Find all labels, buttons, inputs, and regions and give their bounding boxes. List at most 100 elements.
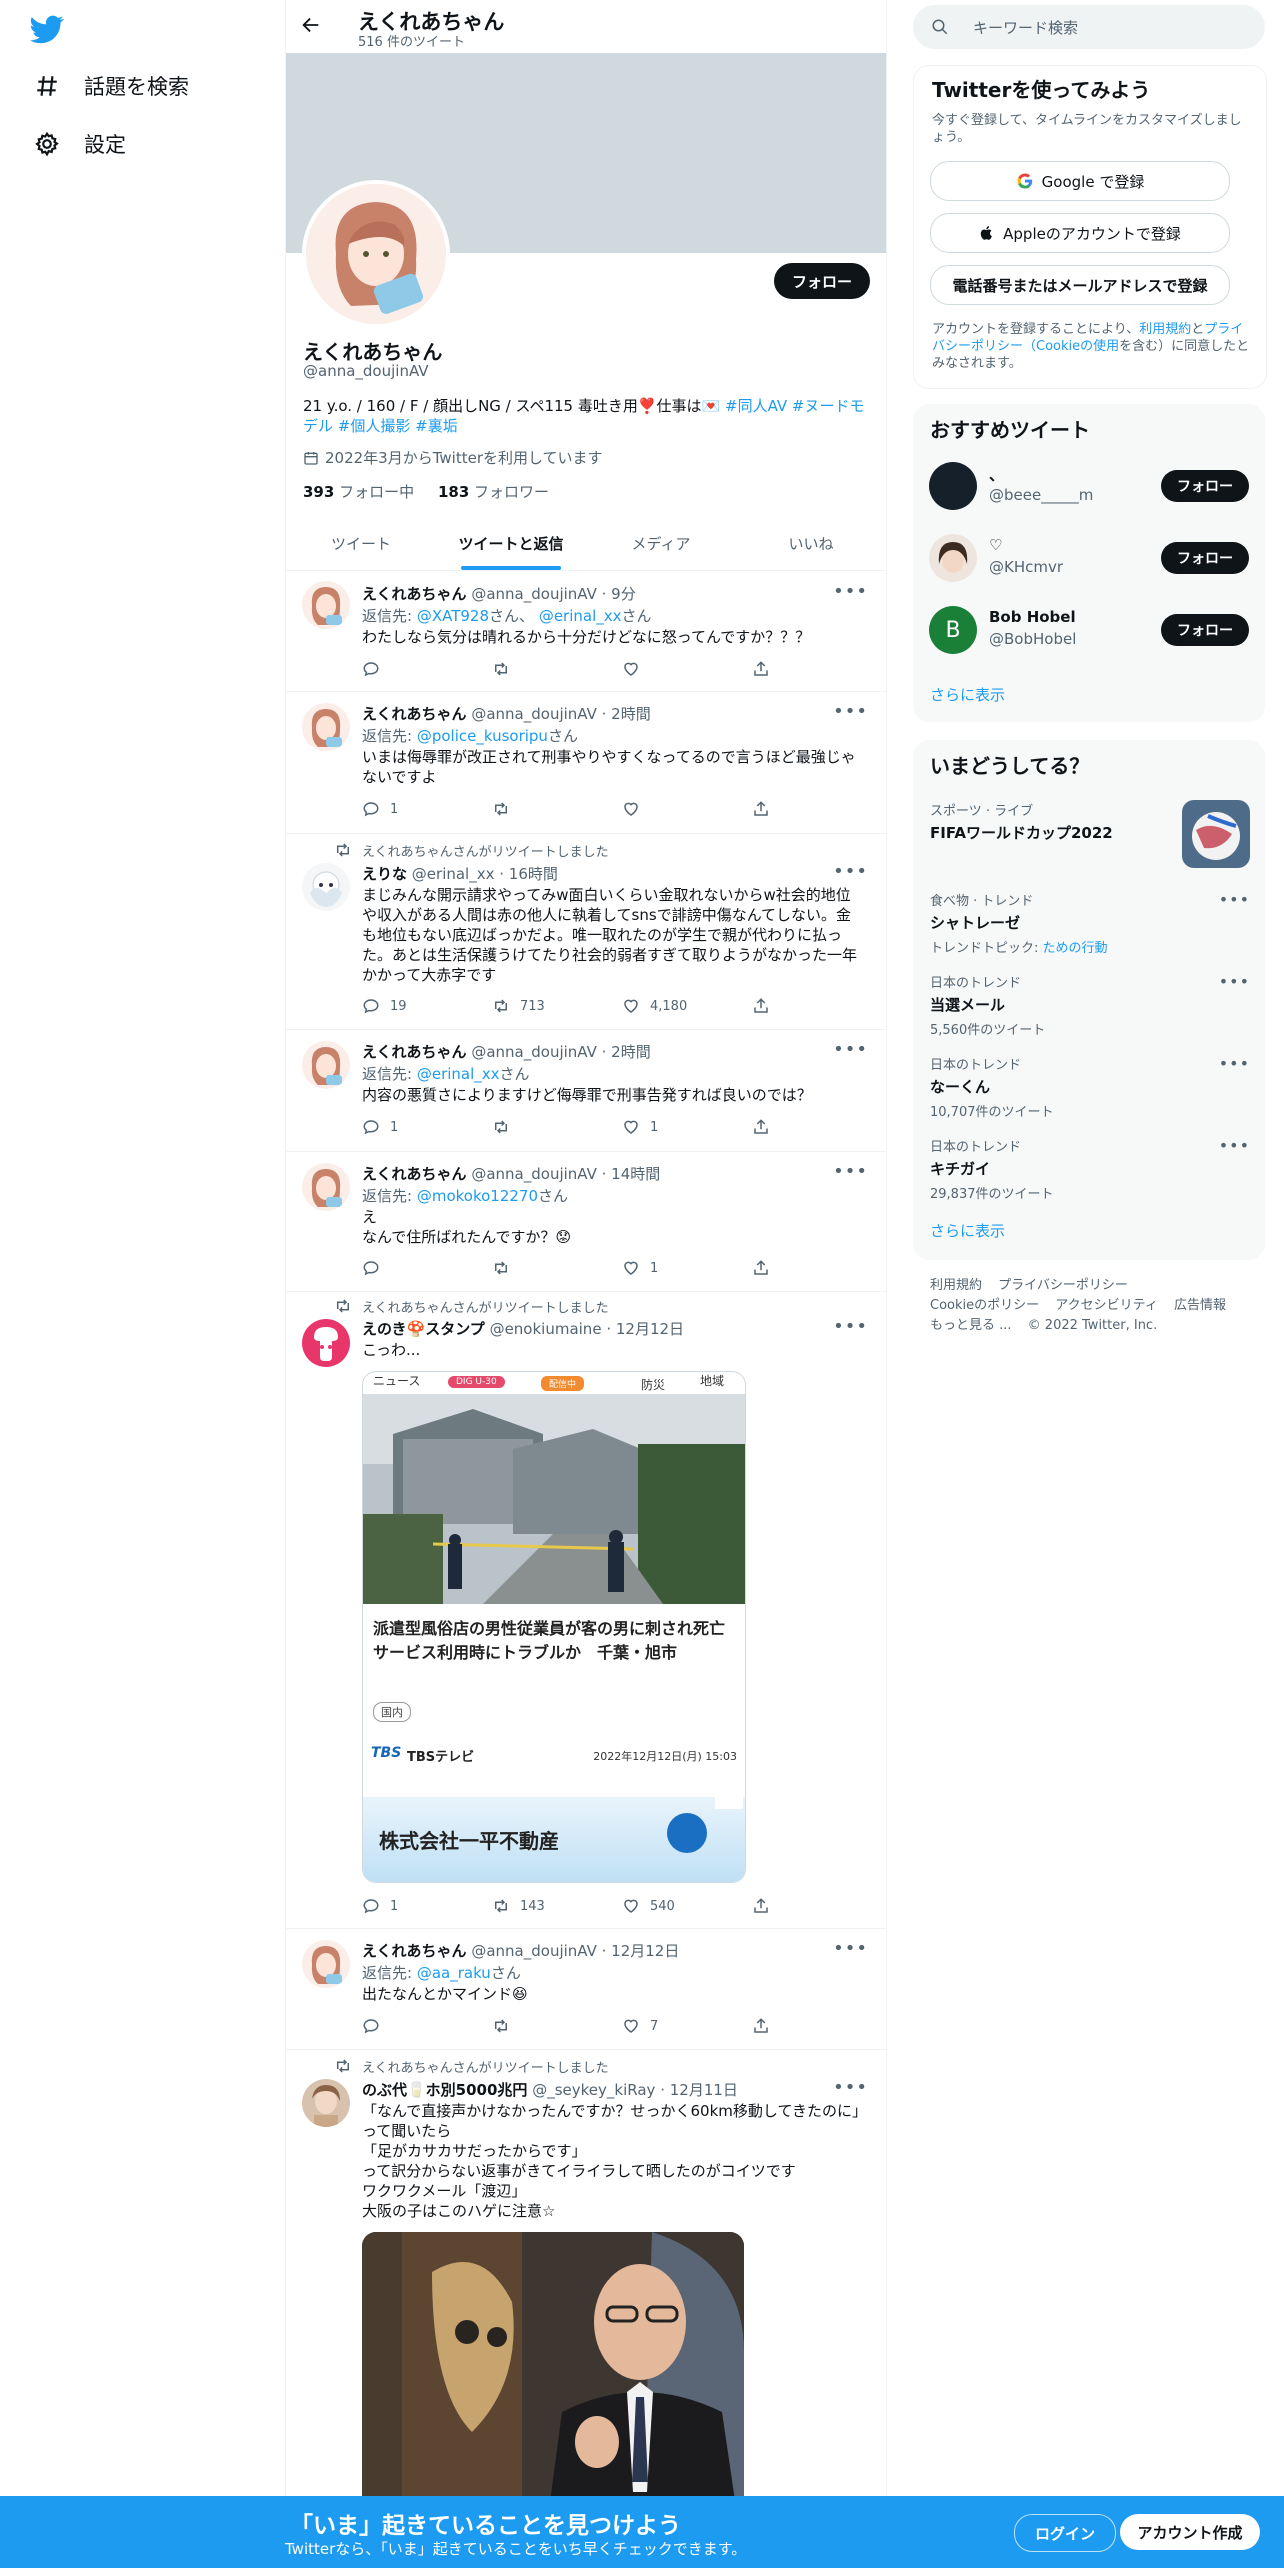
ad-banner[interactable]: 株式会社一平不動産 — [363, 1797, 745, 1882]
terms-link[interactable]: 利用規約 — [1139, 322, 1191, 337]
retweet-label[interactable]: えくれあちゃんさんがリツイートしました — [362, 841, 609, 860]
retweet-button[interactable] — [492, 1258, 622, 1278]
bio-hashtag[interactable]: #同人AV — [725, 397, 787, 415]
tweet-author-name[interactable]: えくれあちゃん — [362, 585, 467, 603]
ad-close-icon[interactable] — [715, 1797, 743, 1809]
tweet-author-handle[interactable]: @anna_doujinAV — [471, 1165, 597, 1183]
tweet[interactable]: えくれあちゃんさんがリツイートしました えのき🍄スタンプ @enokiumain… — [286, 1291, 886, 1929]
news-category-tag[interactable]: 国内 — [373, 1702, 411, 1722]
tweet-time[interactable]: 9分 — [611, 585, 636, 603]
tab-tweets[interactable]: ツイート — [286, 517, 436, 570]
show-more-link[interactable]: さらに表示 — [930, 1220, 1005, 1241]
user-handle[interactable]: @KHcmvr — [989, 558, 1063, 576]
phone-email-signup-button[interactable]: 電話番号またはメールアドレスで登録 — [930, 265, 1230, 305]
reply-button[interactable]: 1 — [362, 799, 492, 819]
retweet-button[interactable] — [492, 659, 622, 679]
reply-button[interactable] — [362, 659, 492, 679]
more-options-icon[interactable]: ••• — [1219, 972, 1250, 991]
retweet-button[interactable]: 713 — [492, 996, 622, 1016]
news-tab[interactable]: ニュース — [373, 1372, 420, 1389]
tweet-author-name[interactable]: えくれあちゃん — [362, 705, 467, 723]
news-tab[interactable]: 防災 — [641, 1376, 665, 1393]
share-button[interactable] — [752, 1258, 780, 1278]
tweet-author-handle[interactable]: @_seykey_kiRay — [532, 2081, 655, 2099]
like-button[interactable]: 540 — [622, 1896, 752, 1916]
tweet-time[interactable]: 12月12日 — [616, 1320, 684, 1338]
footer-link[interactable]: Cookieのポリシー — [930, 1298, 1039, 1313]
more-options-icon[interactable]: ••• — [833, 581, 868, 602]
retweet-button[interactable] — [492, 1117, 622, 1137]
more-options-icon[interactable]: ••• — [1219, 1054, 1250, 1073]
tweet[interactable]: えくれあちゃんさんがリツイートしました えりな @erinal_xx · 16時… — [286, 833, 886, 1030]
more-options-icon[interactable]: ••• — [833, 1316, 868, 1337]
user-handle[interactable]: @beee_____m — [989, 486, 1093, 504]
tab-media[interactable]: メディア — [586, 517, 736, 570]
footer-link[interactable]: プライバシーポリシー — [998, 1278, 1128, 1293]
more-options-icon[interactable]: ••• — [833, 861, 868, 882]
retweet-label[interactable]: えくれあちゃんさんがリツイートしました — [362, 2057, 609, 2076]
user-name[interactable]: 、 — [989, 464, 1004, 485]
news-headline[interactable]: 派遣型風俗店の男性従業員が客の男に刺され死亡 サービス利用時にトラブルか 千葉・… — [373, 1617, 741, 1665]
trend-item[interactable]: 日本のトレンド キチガイ 29,837件のツイート ••• — [930, 1136, 1250, 1202]
footer-link[interactable]: 広告情報 — [1174, 1298, 1226, 1313]
apple-signup-button[interactable]: Appleのアカウントで登録 — [930, 213, 1230, 253]
tab-tweets-replies[interactable]: ツイートと返信 — [436, 517, 586, 570]
tweet-author-name[interactable]: のぶ代🥛ホ別5000兆円 — [362, 2081, 527, 2099]
retweet-label[interactable]: えくれあちゃんさんがリツイートしました — [362, 1297, 609, 1316]
tweet[interactable]: えくれあちゃん @anna_doujinAV · 12月12日 ••• 返信先:… — [286, 1928, 886, 2050]
tab-likes[interactable]: いいね — [736, 517, 886, 570]
trend-item[interactable]: 食べ物 · トレンド シャトレーゼ トレンドトピック: ための行動 ••• — [930, 890, 1250, 956]
more-options-icon[interactable]: ••• — [1219, 1136, 1250, 1155]
tweet-author-handle[interactable]: @anna_doujinAV — [471, 705, 597, 723]
nav-explore[interactable]: 話題を検索 — [32, 71, 189, 101]
bio-hashtag[interactable]: #裏垢 — [415, 417, 458, 435]
recommended-user[interactable]: 、 @beee_____m フォロー — [929, 458, 1249, 514]
like-button[interactable]: 4,180 — [622, 996, 752, 1016]
tweet-author-handle[interactable]: @anna_doujinAV — [471, 1942, 597, 1960]
reply-button[interactable] — [362, 1258, 492, 1278]
tweet-time[interactable]: 14時間 — [611, 1165, 660, 1183]
tweet-author-name[interactable]: えくれあちゃん — [362, 1043, 467, 1061]
search-input[interactable]: キーワード検索 — [973, 17, 1078, 38]
tweet[interactable]: えくれあちゃん @anna_doujinAV · 2時間 ••• 返信先: @p… — [286, 691, 886, 834]
search-box[interactable]: キーワード検索 — [913, 5, 1265, 49]
like-button[interactable]: 1 — [622, 1117, 752, 1137]
signup-button[interactable]: アカウント作成 — [1120, 2514, 1260, 2550]
tweet-time[interactable]: 2時間 — [611, 1043, 651, 1061]
like-button[interactable] — [622, 799, 752, 819]
twitter-logo-icon[interactable] — [30, 12, 66, 44]
tweet-avatar[interactable] — [302, 1041, 350, 1089]
tweet-avatar[interactable] — [302, 863, 350, 911]
like-button[interactable] — [622, 659, 752, 679]
tweet-avatar[interactable] — [302, 1163, 350, 1211]
reply-mention[interactable]: @XAT928 — [417, 607, 489, 625]
tweet-author-handle[interactable]: @anna_doujinAV — [471, 1043, 597, 1061]
reply-mention[interactable]: @mokoko12270 — [417, 1187, 538, 1205]
recommended-user[interactable]: B Bob Hobel @BobHobel フォロー — [929, 602, 1249, 658]
more-options-icon[interactable]: ••• — [833, 701, 868, 722]
tweet-avatar[interactable] — [302, 581, 350, 629]
share-button[interactable] — [752, 996, 780, 1016]
tweet[interactable]: えくれあちゃん @anna_doujinAV · 9分 ••• 返信先: @XA… — [286, 571, 886, 692]
user-avatar[interactable]: B — [929, 606, 977, 654]
tweet-avatar[interactable] — [302, 2079, 350, 2127]
share-button[interactable] — [752, 2016, 780, 2036]
news-card[interactable]: ニュース DIG U-30 配信中 防災 地域 派遣型風俗店の男性従業員が客の男… — [362, 1371, 746, 1883]
show-more-link[interactable]: さらに表示 — [930, 684, 1005, 705]
tweet-time[interactable]: 2時間 — [611, 705, 651, 723]
trend-item[interactable]: 日本のトレンド 当選メール 5,560件のツイート ••• — [930, 972, 1250, 1038]
follow-button[interactable]: フォロー — [1161, 614, 1249, 646]
user-avatar[interactable] — [929, 462, 977, 510]
retweet-button[interactable] — [492, 2016, 622, 2036]
tweet-time[interactable]: 12月11日 — [670, 2081, 738, 2099]
nav-settings[interactable]: 設定 — [32, 129, 126, 159]
tweet-time[interactable]: 16時間 — [509, 865, 558, 883]
tweet[interactable]: えくれあちゃん @anna_doujinAV · 2時間 ••• 返信先: @e… — [286, 1029, 886, 1152]
tweet-author-name[interactable]: えくれあちゃん — [362, 1942, 467, 1960]
recommended-user[interactable]: ♡ @KHcmvr フォロー — [929, 530, 1249, 586]
retweet-button[interactable]: 143 — [492, 1896, 622, 1916]
tweet-author-name[interactable]: えのき🍄スタンプ — [362, 1320, 485, 1338]
reply-button[interactable]: 1 — [362, 1117, 492, 1137]
footer-link[interactable]: 利用規約 — [930, 1278, 982, 1293]
reply-mention[interactable]: @police_kusoripu — [417, 727, 548, 745]
